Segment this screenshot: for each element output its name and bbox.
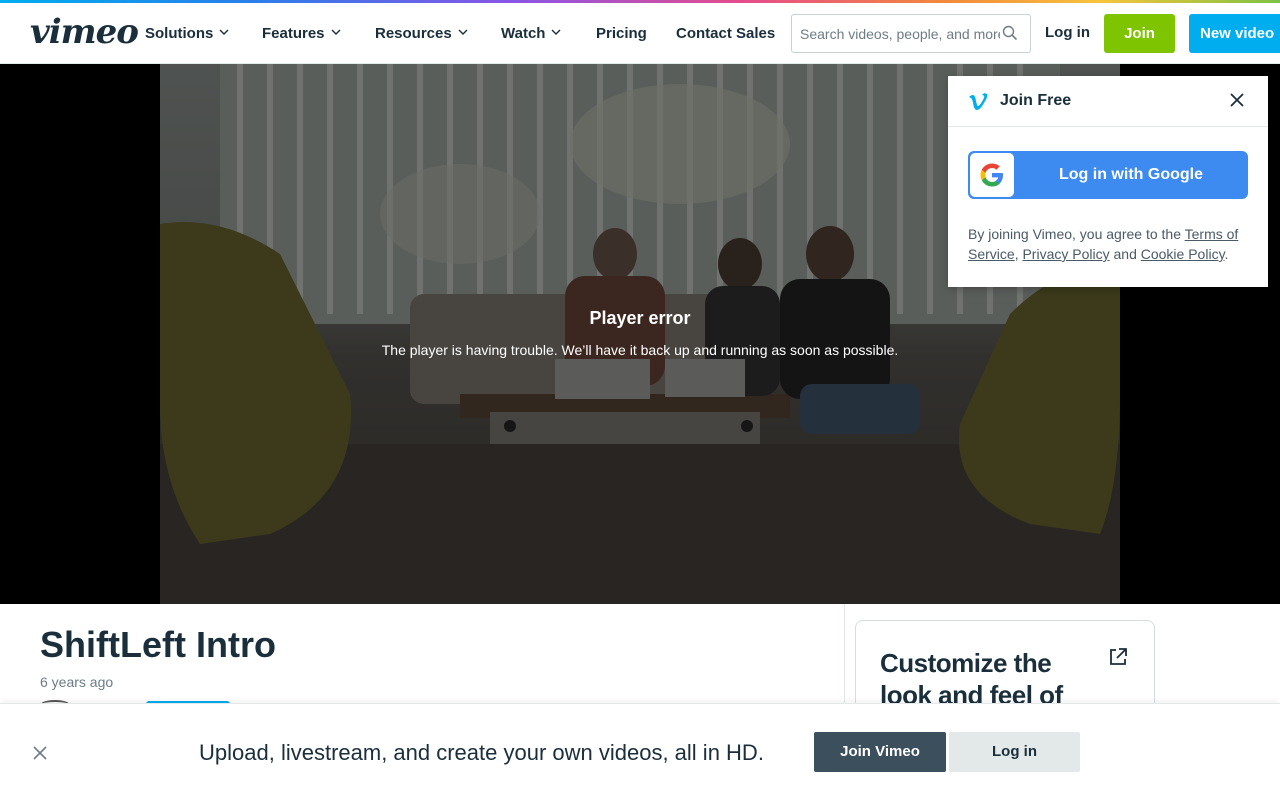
video-title: ShiftLeft Intro: [40, 624, 276, 665]
external-link-icon[interactable]: [1108, 647, 1128, 667]
nav-pricing[interactable]: Pricing: [596, 24, 647, 44]
login-link[interactable]: Log in: [1045, 24, 1090, 41]
join-vimeo-button[interactable]: Join Vimeo: [814, 732, 946, 772]
popup-title: Join Free: [1000, 92, 1072, 109]
top-navigation-bar: vimeo Solutions Features Resources Watch…: [0, 0, 1280, 64]
close-icon[interactable]: [1230, 93, 1244, 107]
nav-label: Pricing: [596, 25, 647, 42]
chevron-down-icon: [458, 29, 468, 35]
nav-label: Contact Sales: [676, 25, 776, 42]
player-error-message: The player is having trouble. We’ll have…: [381, 342, 899, 358]
nav-features[interactable]: Features: [262, 24, 341, 44]
google-g-icon: [980, 163, 1003, 187]
chevron-down-icon: [551, 29, 561, 35]
nav-label: Watch: [501, 25, 546, 42]
google-button-label: Log in with Google: [1059, 166, 1203, 183]
promo-card-text: Customize the look and feel of: [880, 648, 1063, 710]
video-upload-age: 6 years ago: [40, 674, 114, 690]
new-video-button[interactable]: New video: [1189, 14, 1280, 53]
nav-contact-sales[interactable]: Contact Sales: [676, 24, 775, 44]
terms-text: By joining Vimeo, you agree to the Terms…: [968, 224, 1252, 264]
nav-label: Resources: [375, 25, 452, 42]
rainbow-accent-strip: [0, 0, 1280, 3]
banner-message: Upload, livestream, and create your own …: [199, 740, 764, 765]
signup-bottom-banner: Upload, livestream, and create your own …: [0, 703, 1280, 800]
join-button[interactable]: Join: [1104, 14, 1175, 53]
banner-login-button[interactable]: Log in: [949, 732, 1080, 772]
terms-prefix: By joining Vimeo, you agree to the: [968, 226, 1185, 242]
login-with-google-button[interactable]: Log in with Google: [968, 151, 1248, 199]
nav-watch[interactable]: Watch: [501, 24, 561, 44]
nav-resources[interactable]: Resources: [375, 24, 468, 44]
terms-suffix: .: [1224, 246, 1229, 262]
close-icon[interactable]: [33, 746, 47, 760]
vimeo-v-icon: [969, 93, 988, 110]
column-divider: [844, 604, 845, 704]
search-box: [791, 14, 1031, 53]
nav-label: Solutions: [145, 25, 214, 42]
privacy-policy-link[interactable]: Privacy Policy: [1022, 246, 1109, 262]
search-input[interactable]: [800, 24, 1000, 44]
chevron-down-icon: [331, 29, 341, 35]
vimeo-logo[interactable]: vimeo: [30, 12, 139, 52]
player-error-title: Player error: [589, 308, 691, 328]
search-icon[interactable]: [1002, 25, 1018, 41]
nav-label: Features: [262, 25, 325, 42]
google-logo-box: [970, 153, 1014, 197]
chevron-down-icon: [219, 29, 229, 35]
terms-and: and: [1109, 246, 1141, 262]
join-free-popup: Join Free Log in with Google By joining …: [948, 76, 1268, 287]
cookie-policy-link[interactable]: Cookie Policy: [1141, 246, 1225, 262]
popup-header: Join Free: [948, 76, 1268, 127]
nav-solutions[interactable]: Solutions: [145, 24, 229, 44]
